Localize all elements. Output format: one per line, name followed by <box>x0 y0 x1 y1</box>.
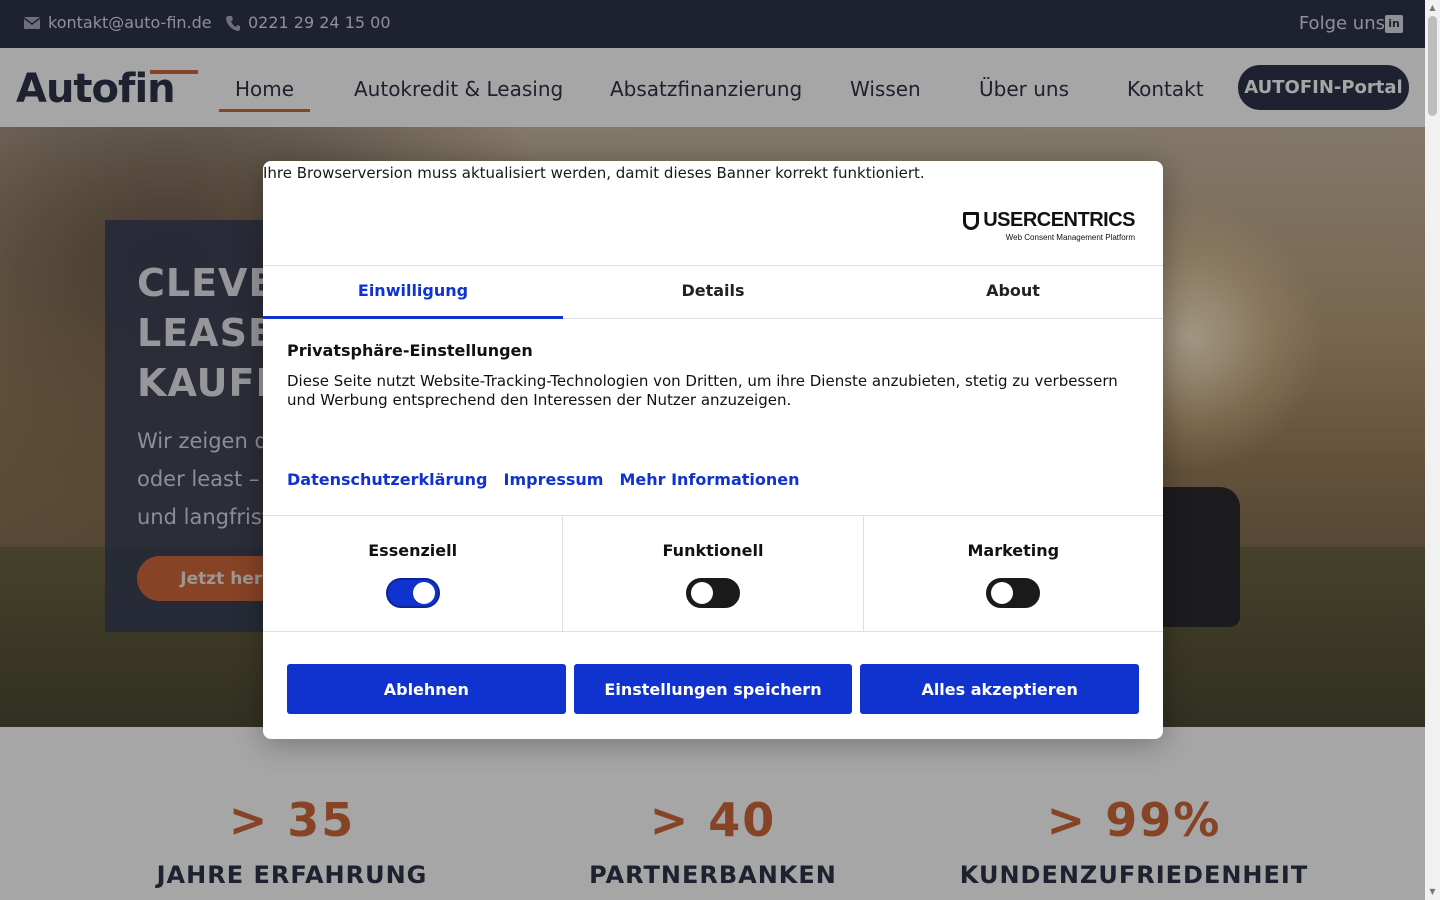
save-settings-button[interactable]: Einstellungen speichern <box>573 664 853 714</box>
tab-about[interactable]: About <box>863 266 1163 318</box>
browser-update-notice: Ihre Browserversion muss aktualisiert we… <box>263 164 925 182</box>
privacy-settings-text: Diese Seite nutzt Website-Tracking-Techn… <box>287 372 1118 409</box>
scrollbar-thumb[interactable] <box>1428 16 1437 116</box>
privacy-policy-link[interactable]: Datenschutzerklärung <box>287 470 488 489</box>
more-info-link[interactable]: Mehr Informationen <box>619 470 799 489</box>
privacy-settings-heading: Privatsphäre-Einstellungen <box>287 341 533 360</box>
usercentrics-logo: USERCENTRICS Web Consent Management Plat… <box>963 209 1135 242</box>
consent-dialog: Ihre Browserversion muss aktualisiert we… <box>263 161 1163 739</box>
tab-details[interactable]: Details <box>563 266 863 318</box>
page-scrollbar[interactable]: ▲ ▼ <box>1425 0 1440 900</box>
toggle-knob <box>412 582 435 604</box>
essential-toggle[interactable] <box>385 578 440 608</box>
functional-toggle[interactable] <box>685 578 740 608</box>
category-label: Funktionell <box>662 541 764 560</box>
usercentrics-subtitle: Web Consent Management Platform <box>1005 233 1135 242</box>
category-marketing: Marketing <box>862 516 1163 631</box>
consent-buttons: Ablehnen Einstellungen speichern Alles a… <box>287 664 1140 714</box>
category-label: Marketing <box>967 541 1060 560</box>
consent-content: Privatsphäre-Einstellungen Diese Seite n… <box>287 341 1139 410</box>
deny-button[interactable]: Ablehnen <box>287 664 566 714</box>
category-essential: Essenziell <box>263 516 562 631</box>
category-label: Essenziell <box>368 541 458 560</box>
scroll-down-arrow-icon[interactable]: ▼ <box>1428 887 1437 897</box>
imprint-link[interactable]: Impressum <box>504 470 604 489</box>
consent-tabs: Einwilligung Details About <box>263 265 1163 319</box>
toggle-knob <box>991 582 1014 604</box>
marketing-toggle[interactable] <box>986 578 1041 608</box>
shield-icon <box>963 211 980 230</box>
category-functional: Funktionell <box>562 516 862 631</box>
toggle-knob <box>690 582 713 604</box>
usercentrics-name: USERCENTRICS <box>983 209 1135 231</box>
tab-einwilligung[interactable]: Einwilligung <box>263 266 563 319</box>
accept-all-button[interactable]: Alles akzeptieren <box>860 664 1140 714</box>
scroll-up-arrow-icon[interactable]: ▲ <box>1428 3 1437 13</box>
consent-links: Datenschutzerklärung Impressum Mehr Info… <box>287 470 800 489</box>
consent-categories: Essenziell Funktionell Marketing <box>263 515 1163 632</box>
